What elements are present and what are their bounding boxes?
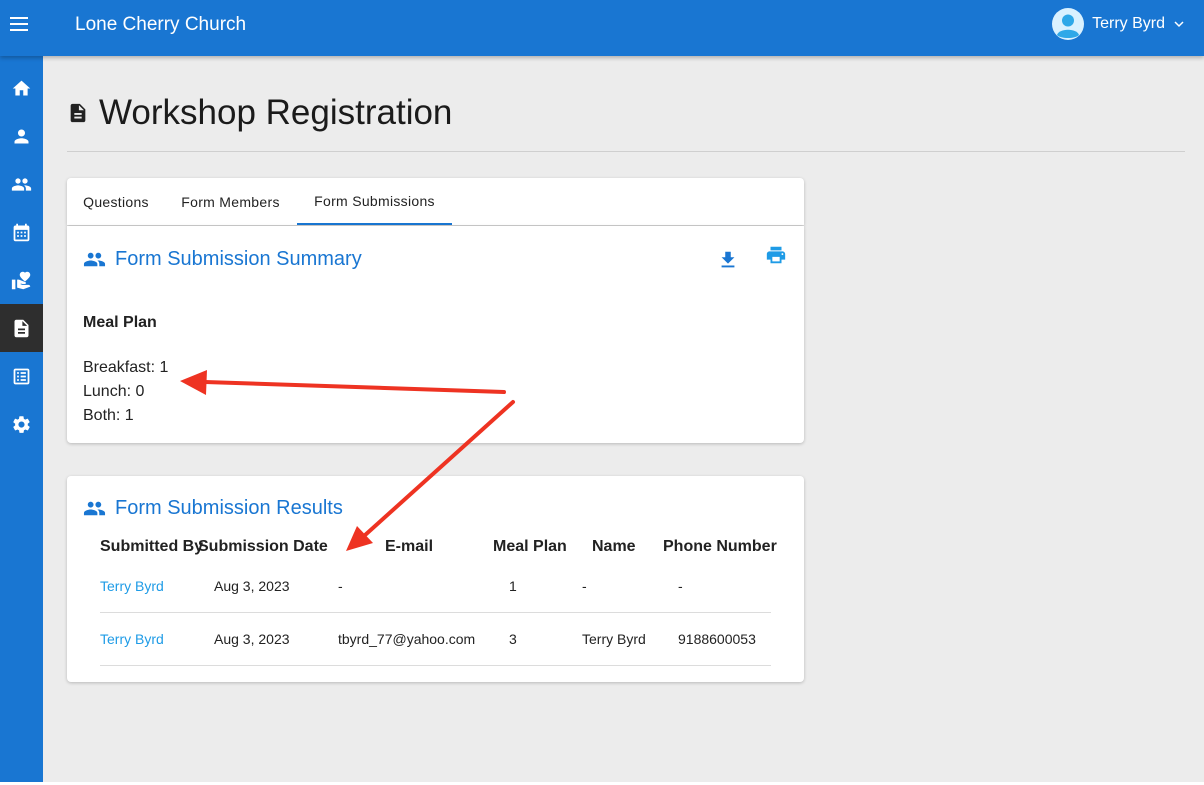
settings-icon [13,415,30,433]
email-cell: - [338,578,343,594]
summary-line-lunch: Lunch: 0 [83,383,145,400]
print-button[interactable] [765,244,787,271]
meal-plan-cell: 3 [509,631,517,647]
menu-icon[interactable] [10,17,28,31]
row-divider [100,612,771,613]
page-header: Workshop Registration [67,93,452,133]
person-icon [14,129,29,143]
donations-icon [11,271,31,289]
phone-cell: 9188600053 [678,631,756,647]
top-app-bar: Lone Cherry Church Terry Byrd [0,0,1204,56]
phone-cell: - [678,578,683,594]
name-cell: - [582,578,587,594]
sidebar-item-list[interactable] [0,352,43,400]
sidebar-item-people[interactable] [0,160,43,208]
page-title: Workshop Registration [99,93,453,132]
meal-plan-cell: 1 [509,578,517,594]
summary-title: Form Submission Summary [83,248,362,271]
sidebar-item-forms[interactable] [0,304,43,352]
column-header-email: E-mail [385,538,434,555]
sidebar-item-home[interactable] [0,64,43,112]
divider [67,151,1185,152]
sidebar-item-calendar[interactable] [0,208,43,256]
tab-bar: Questions Form Members Form Submissions [67,178,804,225]
email-cell: tbyrd_77@yahoo.com [338,631,476,647]
sidebar [0,56,43,782]
submission-summary-card: Form Submission Summary Meal Plan Breakf… [67,226,804,443]
document-icon [70,103,86,123]
summary-line-breakfast: Breakfast: 1 [83,359,169,376]
download-button[interactable] [717,249,739,276]
avatar-icon [1052,8,1085,40]
submitted-by-link[interactable]: Terry Byrd [100,578,164,594]
column-header-submitted-by: Submitted By [100,538,204,555]
people-icon [11,177,32,191]
print-icon [766,246,786,264]
user-menu[interactable]: Terry Byrd [1052,7,1184,41]
people-icon [83,501,106,516]
sidebar-item-settings[interactable] [0,400,43,448]
submission-results-card: Form Submission Results Submitted By Sub… [67,476,804,682]
column-header-phone-number: Phone Number [663,538,777,555]
church-name: Lone Cherry Church [75,14,247,35]
home-icon [12,80,31,95]
user-name: Terry Byrd [1092,15,1165,32]
results-title-text: Form Submission Results [115,497,343,519]
question-heading: Meal Plan [83,314,157,331]
tab-form-members[interactable]: Form Members [165,178,296,225]
results-title: Form Submission Results [83,497,343,520]
name-cell: Terry Byrd [582,631,646,647]
download-icon [721,251,735,268]
tab-form-submissions[interactable]: Form Submissions [297,178,452,225]
list-icon [13,368,30,384]
chevron-down-icon [1174,21,1184,28]
column-header-submission-date: Submission Date [198,538,328,555]
submission-date: Aug 3, 2023 [214,631,290,647]
tab-questions[interactable]: Questions [67,178,165,225]
sidebar-item-person[interactable] [0,112,43,160]
submission-date: Aug 3, 2023 [214,578,290,594]
summary-line-both: Both: 1 [83,407,134,424]
people-icon [83,252,106,267]
summary-title-text: Form Submission Summary [115,248,362,270]
sidebar-item-donations[interactable] [0,256,43,304]
column-header-meal-plan: Meal Plan [493,538,567,555]
calendar-icon [13,223,30,241]
column-header-name: Name [592,538,636,555]
forms-icon [14,319,29,337]
row-divider [100,665,771,666]
submitted-by-link[interactable]: Terry Byrd [100,631,164,647]
